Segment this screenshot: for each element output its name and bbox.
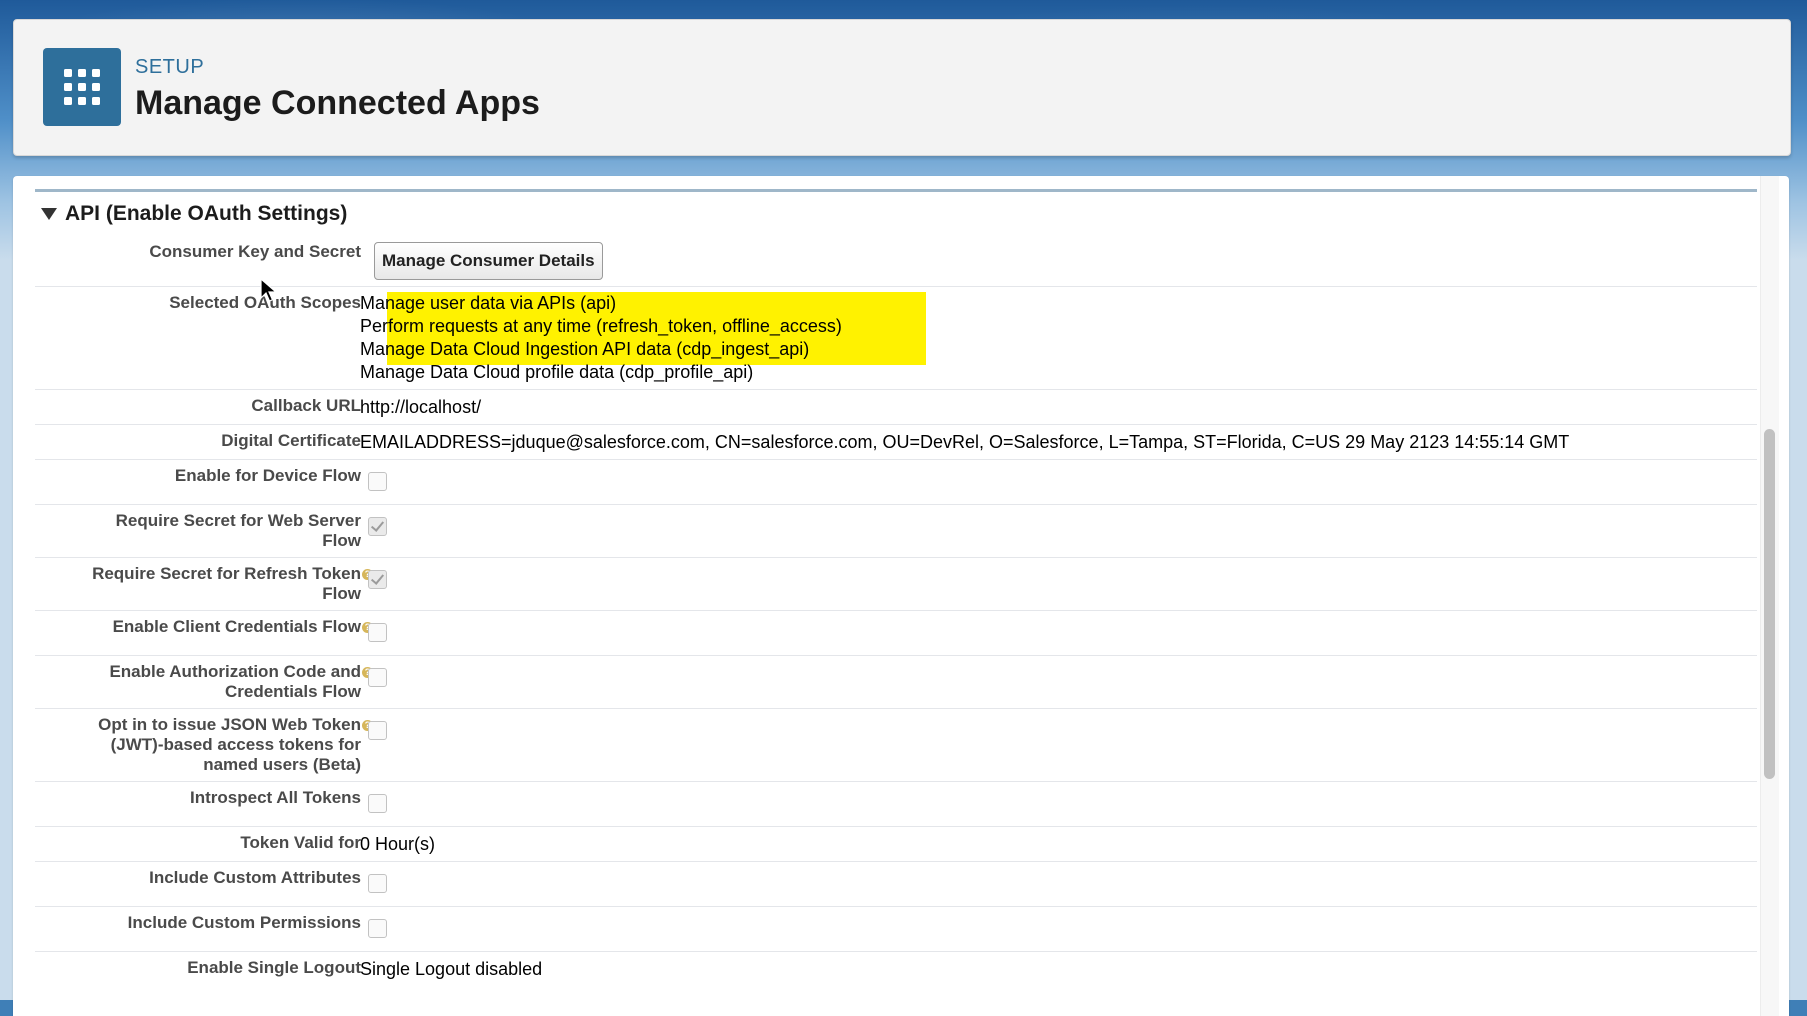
label-line: Opt in to issue JSON Web Token (98, 715, 361, 734)
collapse-triangle-icon (41, 208, 57, 220)
scope-item: Manage user data via APIs (api) (360, 293, 617, 313)
custom-permissions-label: Include Custom Permissions (127, 913, 361, 932)
introspect-checkbox[interactable] (368, 794, 387, 813)
token-valid-label: Token Valid for (240, 833, 361, 852)
custom-permissions-checkbox[interactable] (368, 919, 387, 938)
scrollbar-thumb[interactable] (1764, 429, 1775, 779)
secret-refresh-label: Require Secret for Refresh Token Flow (61, 564, 361, 604)
label-line: (JWT)-based access tokens for (110, 735, 361, 754)
label-line: Flow (322, 584, 361, 603)
auth-code-credentials-label: Enable Authorization Code and Credential… (61, 662, 361, 702)
jwt-tokens-checkbox[interactable] (368, 721, 387, 740)
label-line: Flow (322, 531, 361, 550)
device-flow-checkbox[interactable] (368, 472, 387, 491)
row-single-logout: Enable Single Logout Single Logout disab… (35, 952, 1757, 992)
label-line: Require Secret for Refresh Token (92, 564, 361, 583)
row-consumer-key: Consumer Key and Secret Manage Consumer … (35, 236, 1757, 287)
row-oauth-scopes: Selected OAuth Scopes Manage user data v… (35, 287, 1757, 390)
row-auth-code-credentials: Enable Authorization Code and Credential… (35, 656, 1757, 709)
section-title: API (Enable OAuth Settings) (65, 202, 348, 225)
row-jwt-tokens: Opt in to issue JSON Web Token (JWT)-bas… (35, 709, 1757, 782)
secret-refresh-checkbox[interactable] (368, 570, 387, 589)
row-custom-attributes: Include Custom Attributes (35, 862, 1757, 907)
single-logout-label: Enable Single Logout (187, 958, 361, 977)
custom-attributes-checkbox[interactable] (368, 874, 387, 893)
row-callback-url: Callback URL http://localhost/ (35, 390, 1757, 425)
scope-item: Manage Data Cloud profile data (cdp_prof… (360, 362, 754, 382)
oauth-settings-list: Consumer Key and Secret Manage Consumer … (35, 236, 1757, 992)
row-introspect: Introspect All Tokens (35, 782, 1757, 827)
page-header: SETUP Manage Connected Apps (13, 19, 1791, 156)
row-client-credentials: Enable Client Credentials Flow ? (35, 611, 1757, 656)
auth-code-credentials-checkbox[interactable] (368, 668, 387, 687)
row-secret-refresh-token: Require Secret for Refresh Token Flow ? (35, 558, 1757, 611)
client-credentials-label: Enable Client Credentials Flow (112, 617, 361, 636)
callback-url-value: http://localhost/ (360, 397, 482, 417)
row-custom-permissions: Include Custom Permissions (35, 907, 1757, 952)
scope-item: Manage Data Cloud Ingestion API data (cd… (360, 339, 810, 359)
manage-consumer-details-button[interactable]: Manage Consumer Details (374, 242, 603, 280)
label-line: Credentials Flow (224, 682, 361, 701)
section-divider (35, 189, 1757, 192)
token-valid-value: 0 Hour(s) (360, 834, 436, 854)
client-credentials-checkbox[interactable] (368, 623, 387, 642)
section-toggle[interactable]: API (Enable OAuth Settings) (41, 202, 347, 226)
device-flow-label: Enable for Device Flow (174, 466, 361, 485)
label-line: named users (Beta) (203, 755, 361, 774)
app-grid-icon (43, 48, 121, 126)
introspect-label: Introspect All Tokens (190, 788, 361, 807)
mouse-cursor-icon (260, 278, 278, 302)
single-logout-value: Single Logout disabled (360, 959, 543, 979)
jwt-tokens-label: Opt in to issue JSON Web Token (JWT)-bas… (61, 715, 361, 775)
row-secret-web-server: Require Secret for Web Server Flow (35, 505, 1757, 558)
callback-url-label: Callback URL (251, 396, 361, 415)
oauth-scopes-label: Selected OAuth Scopes (169, 293, 361, 312)
page-title: Manage Connected Apps (135, 84, 540, 122)
custom-attributes-label: Include Custom Attributes (149, 868, 361, 887)
connected-app-detail-card: API (Enable OAuth Settings) Consumer Key… (13, 176, 1789, 1016)
scope-item: Perform requests at any time (refresh_to… (360, 316, 842, 336)
label-line: Enable Authorization Code and (109, 662, 361, 681)
row-digital-certificate: Digital Certificate EMAILADDRESS=jduque@… (35, 425, 1757, 460)
digital-certificate-label: Digital Certificate (221, 431, 361, 450)
setup-label: SETUP (135, 56, 205, 78)
row-device-flow: Enable for Device Flow (35, 460, 1757, 505)
secret-web-server-checkbox[interactable] (368, 517, 387, 536)
digital-certificate-value: EMAILADDRESS=jduque@salesforce.com, CN=s… (360, 432, 1570, 452)
consumer-key-label: Consumer Key and Secret (149, 242, 361, 261)
row-token-valid: Token Valid for 0 Hour(s) (35, 827, 1757, 862)
secret-web-server-label: Require Secret for Web Server Flow (61, 511, 361, 551)
label-line: Require Secret for Web Server (115, 511, 361, 530)
